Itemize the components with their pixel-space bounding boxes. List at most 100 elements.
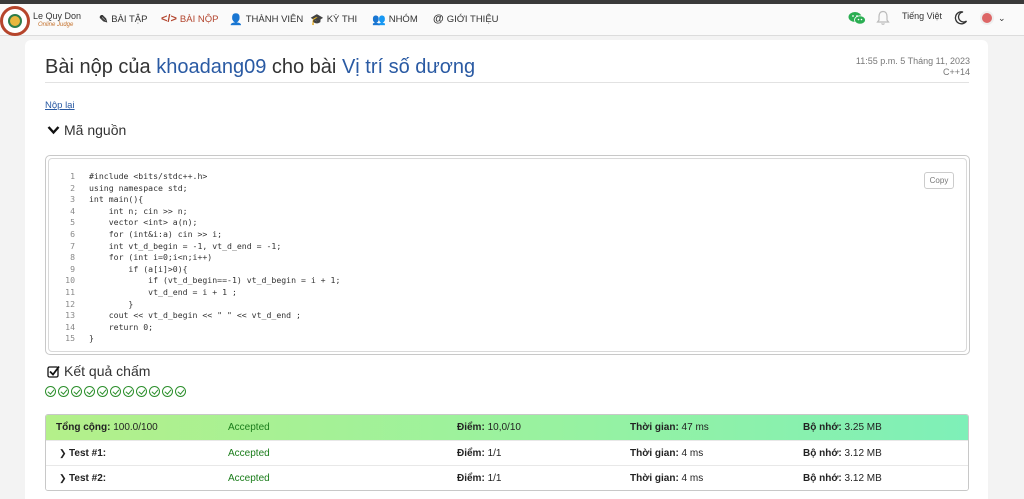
test-case-row[interactable]: ❯ Test #1: Accepted Điểm: 1/1 Thời gian: 4 …	[46, 440, 968, 465]
chevron-down-icon	[47, 126, 60, 135]
copy-button[interactable]: Copy	[924, 172, 954, 189]
code-line: 11 vt_d_end = i + 1 ;	[63, 287, 340, 299]
source-code[interactable]: 1 #include <bits/stdc++.h> 2 using namespac…	[63, 171, 340, 345]
source-code-box: Copy 1 #include <bits/stdc++.h> 2 using nam…	[45, 155, 970, 355]
code-text: vector <int> a(n);	[89, 217, 198, 228]
test-time: Thời gian: 4 ms	[630, 448, 704, 459]
site-logo[interactable]	[0, 6, 30, 36]
language-switch[interactable]: Tiếng Việt	[902, 11, 942, 21]
user-link[interactable]: khoadang09	[156, 56, 266, 78]
title-divider	[45, 82, 969, 83]
code-line: 4 int n; cin >> n;	[63, 206, 340, 218]
test-score: Điểm: 1/1	[457, 473, 502, 484]
avatar[interactable]	[980, 11, 994, 25]
test-label: ❯ Test #2:	[59, 473, 107, 484]
test-memory: Bộ nhớ: 3.12 MB	[803, 448, 882, 459]
page-title: Bài nộp của khoadang09 cho bài Vị trí số…	[45, 56, 475, 79]
group-icon: 👥	[372, 14, 386, 26]
line-number: 4	[70, 205, 75, 216]
chevron-right-icon: ❯	[59, 448, 70, 458]
results-section-title: Kết quả chấm	[64, 363, 151, 379]
test-status: Accepted	[228, 473, 270, 484]
code-text: int main(){	[89, 194, 144, 205]
submission-language: C++14	[942, 67, 970, 77]
line-number: 14	[65, 321, 75, 332]
line-number: 9	[70, 263, 75, 274]
brand-title[interactable]: Le Quy Don	[33, 11, 81, 21]
nav-about[interactable]: @ GIỚI THIỆU	[433, 13, 499, 25]
check-circle-icon	[58, 386, 69, 397]
code-text: int vt_d_begin = -1, vt_d_end = -1;	[89, 240, 282, 251]
chevron-right-icon: ❯	[59, 473, 70, 483]
code-text: if (vt_d_begin==-1) vt_d_begin = i + 1;	[89, 275, 341, 286]
check-circle-icon	[84, 386, 95, 397]
testcase-status-dots	[45, 386, 186, 397]
check-circle-icon	[123, 386, 134, 397]
check-circle-icon	[136, 386, 147, 397]
code-icon: </>	[161, 13, 177, 25]
nav-submissions-label: BÀI NỘP	[179, 13, 219, 25]
nav-contests[interactable]: 🎓 KỲ THI	[310, 13, 357, 26]
code-text: for (int i=0;i<n;i++)	[89, 252, 213, 263]
test-time: Thời gian: 4 ms	[630, 473, 704, 484]
code-text: int n; cin >> n;	[89, 205, 188, 216]
wechat-icon[interactable]	[848, 11, 866, 25]
problem-link[interactable]: Vị trí số dương	[342, 56, 475, 78]
test-memory: Bộ nhớ: 3.25 MB	[803, 422, 882, 433]
code-line: 14 return 0;	[63, 322, 340, 334]
test-status: Accepted	[228, 422, 270, 433]
results-table: Tổng cộng: 100.0/100 Accepted Điểm: 10,0/1…	[45, 414, 969, 491]
test-memory: Bộ nhớ: 3.12 MB	[803, 473, 882, 484]
checkbox-checked-icon	[47, 365, 60, 378]
code-line: 5 vector <int> a(n);	[63, 217, 340, 229]
code-text: cout << vt_d_begin << " " << vt_d_end ;	[89, 310, 301, 321]
code-text: }	[89, 333, 94, 344]
check-circle-icon	[162, 386, 173, 397]
submission-meta: 11:55 p.m. 5 Tháng 11, 2023 C++14	[856, 56, 970, 78]
test-time: Thời gian: 47 ms	[630, 422, 709, 433]
code-line: 15}	[63, 333, 340, 345]
test-case-row[interactable]: ❯ Test #2: Accepted Điểm: 1/1 Thời gian: 4 …	[46, 465, 968, 490]
line-number: 15	[65, 333, 75, 344]
code-text: return 0;	[89, 321, 154, 332]
pencil-icon: ✎	[99, 14, 109, 26]
results-section-header: Kết quả chấm	[47, 363, 150, 379]
nav-users[interactable]: 👤 THÀNH VIÊN	[229, 13, 303, 26]
test-label: ❯ Test #1:	[59, 448, 107, 459]
code-text: if (a[i]>0){	[89, 263, 188, 274]
source-section-title: Mã nguồn	[64, 122, 127, 138]
code-text: using namespace std;	[89, 182, 188, 193]
line-number: 8	[70, 252, 75, 263]
code-line: 2 using namespace std;	[63, 183, 340, 195]
code-line: 1 #include <bits/stdc++.h>	[63, 171, 340, 183]
code-line: 3 int main(){	[63, 194, 340, 206]
code-line: 10 if (vt_d_begin==-1) vt_d_begin = i + …	[63, 275, 340, 287]
source-code-frame: Copy 1 #include <bits/stdc++.h> 2 using nam…	[48, 158, 967, 352]
title-prefix: Bài nộp của	[45, 56, 151, 78]
moon-icon[interactable]	[954, 10, 968, 26]
code-line: 9 if (a[i]>0){	[63, 264, 340, 276]
resubmit-link[interactable]: Nộp lại	[45, 100, 75, 111]
line-number: 13	[65, 310, 75, 321]
source-toggle[interactable]: Mã nguồn	[47, 122, 126, 138]
graduation-cap-icon: 🎓	[310, 14, 324, 26]
bell-icon[interactable]	[876, 10, 890, 26]
submission-panel: Bài nộp của khoadang09 cho bài Vị trí số…	[25, 40, 988, 499]
nav-groups[interactable]: 👥 NHÓM	[372, 13, 418, 26]
title-mid: cho bài	[271, 56, 337, 78]
test-score: Điểm: 10,0/10	[457, 422, 521, 433]
check-circle-icon	[45, 386, 56, 397]
check-circle-icon	[110, 386, 121, 397]
line-number: 11	[65, 286, 75, 297]
nav-users-label: THÀNH VIÊN	[245, 14, 304, 25]
test-score: Điểm: 1/1	[457, 448, 502, 459]
check-circle-icon	[97, 386, 108, 397]
nav-problems[interactable]: ✎ BÀI TẬP	[99, 13, 147, 26]
code-line: 7 int vt_d_begin = -1, vt_d_end = -1;	[63, 241, 340, 253]
results-summary-row: Tổng cộng: 100.0/100 Accepted Điểm: 10,0/1…	[46, 415, 968, 440]
nav-groups-label: NHÓM	[388, 14, 418, 25]
line-number: 3	[70, 194, 75, 205]
nav-submissions[interactable]: </> BÀI NỘP	[161, 13, 218, 25]
user-icon: 👤	[229, 14, 243, 26]
chevron-down-icon[interactable]: ⌄	[998, 13, 1006, 24]
